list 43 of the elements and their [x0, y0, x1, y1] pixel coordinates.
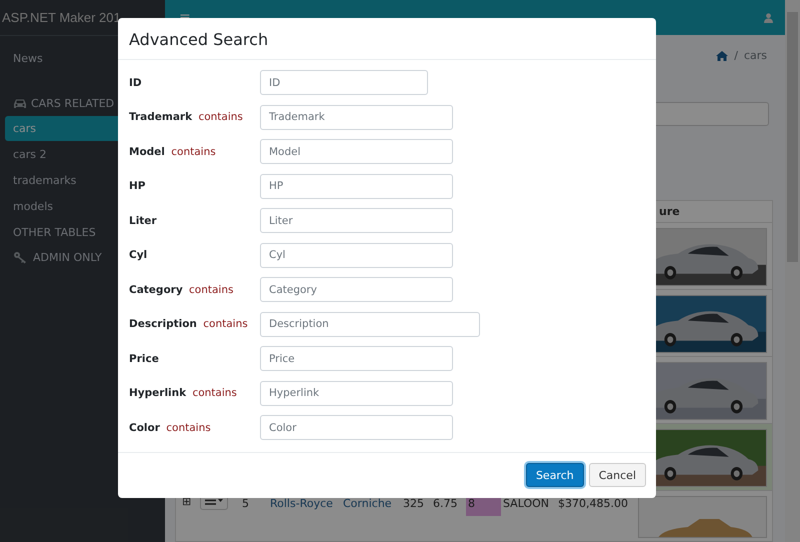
field-label: Color: [129, 422, 160, 434]
field-label: Category: [129, 284, 183, 296]
field-label: Cyl: [129, 249, 148, 261]
input-field[interactable]: Model: [260, 139, 453, 164]
breadcrumb-separator: /: [734, 49, 738, 62]
search-button[interactable]: Search: [526, 463, 584, 487]
table-cell-text: SALOON: [502, 496, 550, 512]
search-operator: contains: [171, 146, 216, 158]
sidebar-section-title: OTHER TABLES: [13, 226, 96, 239]
field-label: Model: [129, 146, 165, 158]
table-cell-text: 325: [402, 496, 425, 512]
car-icon: [13, 98, 27, 109]
input-field[interactable]: Category: [260, 277, 453, 302]
input-field[interactable]: Description: [260, 312, 480, 336]
input-field[interactable]: Price: [260, 346, 453, 371]
input-field[interactable]: Liter: [260, 208, 453, 233]
home-icon[interactable]: [716, 50, 728, 60]
search-operator: contains: [198, 111, 243, 123]
table-cell-text: 6.75: [432, 496, 458, 512]
input-field[interactable]: Trademark: [260, 104, 453, 130]
table-cell-text: $370,485.00: [557, 496, 629, 512]
keys-icon: [13, 251, 29, 264]
field-label: HP: [129, 180, 146, 192]
field-label: Description: [129, 318, 197, 330]
input-field[interactable]: Hyperlink: [260, 380, 453, 406]
input-field[interactable]: Color: [260, 415, 453, 440]
sidebar-section-title: CARS RELATED: [31, 97, 114, 110]
field-label: Price: [129, 352, 159, 364]
sidebar-section-title: ADMIN ONLY: [33, 251, 102, 264]
column-header: ure: [658, 204, 681, 220]
field-label: ID: [129, 76, 142, 88]
breadcrumb-item: cars: [744, 49, 767, 62]
search-operator: contains: [192, 387, 237, 399]
input-field[interactable]: Cyl: [260, 242, 453, 268]
input-field[interactable]: ID: [260, 70, 428, 95]
table-cell-text: 5: [241, 496, 250, 512]
search-operator: contains: [203, 318, 248, 330]
field-label: Hyperlink: [129, 387, 186, 399]
field-label: Liter: [129, 214, 157, 226]
input-field[interactable]: HP: [260, 174, 453, 198]
search-operator: contains: [166, 422, 211, 434]
search-operator: contains: [189, 284, 234, 296]
cancel-button[interactable]: Cancel: [588, 463, 646, 487]
